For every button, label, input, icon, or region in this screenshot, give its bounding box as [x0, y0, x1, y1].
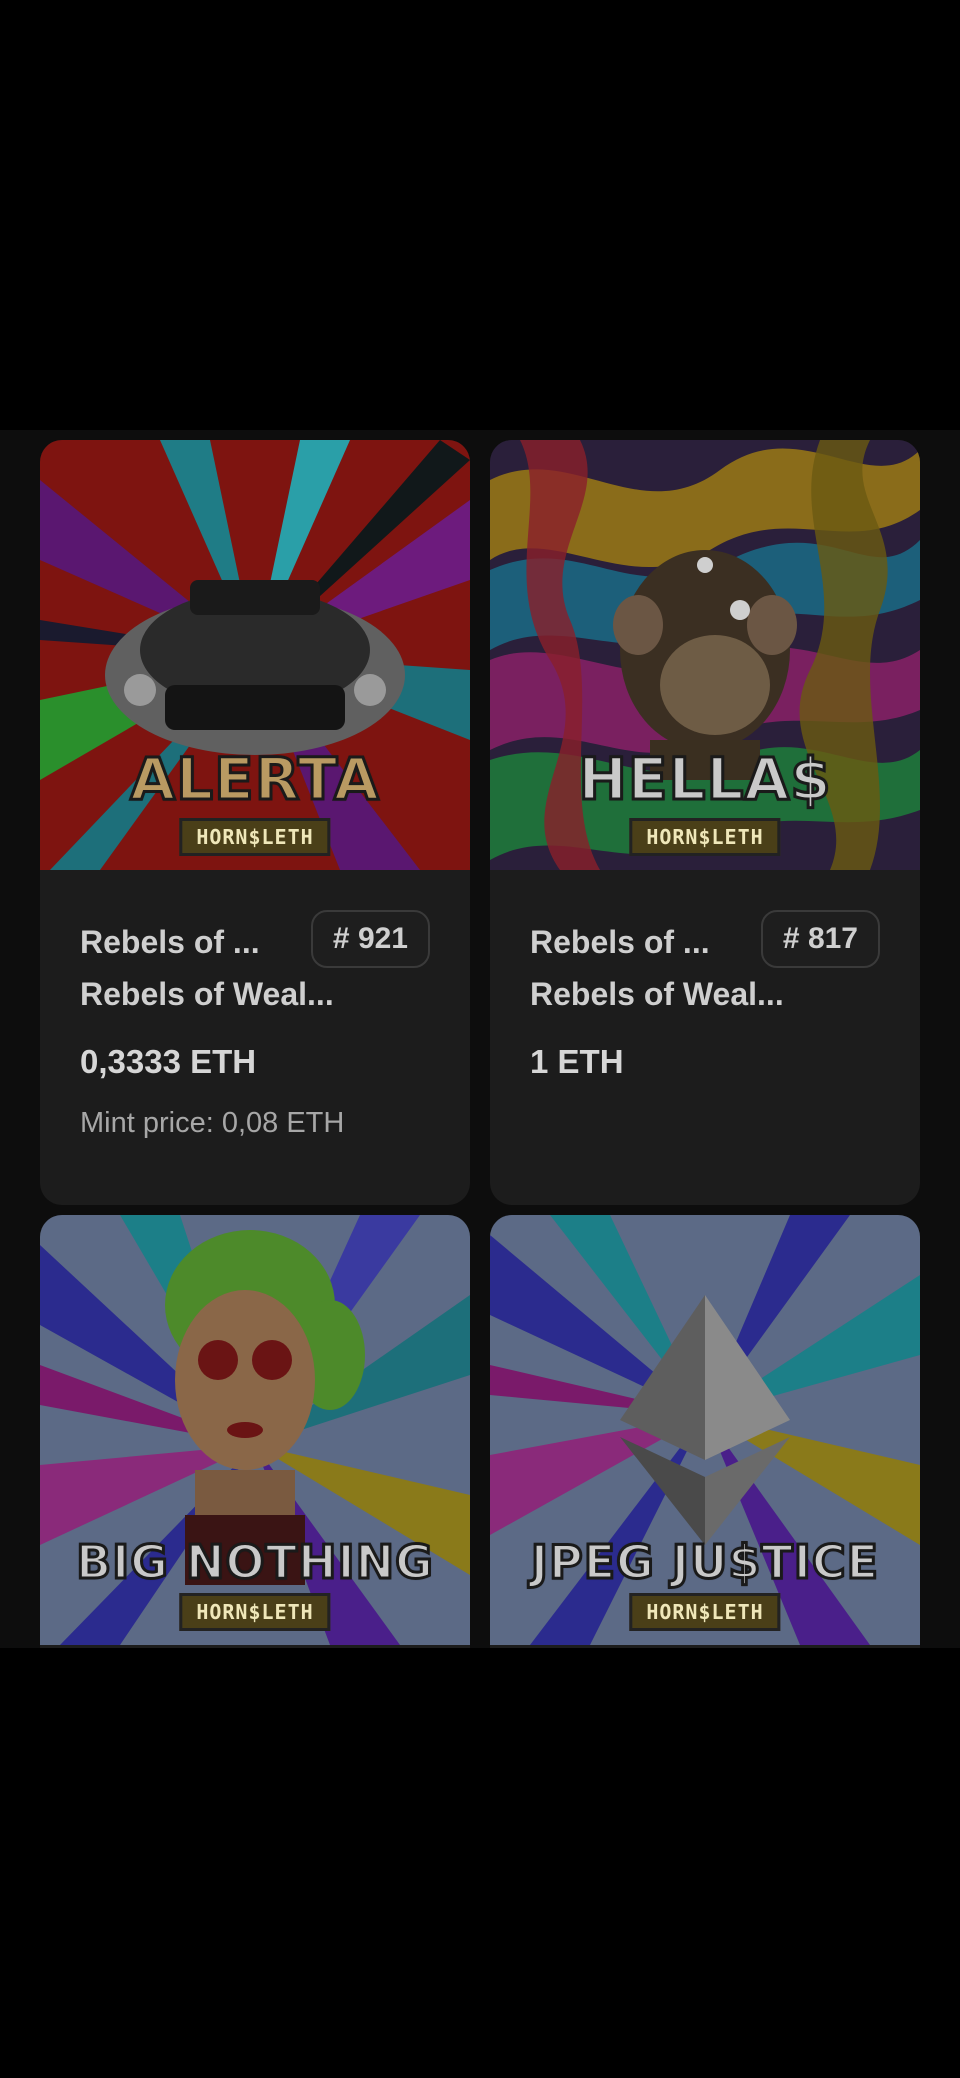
artist-tag: HORN$LETH [629, 818, 781, 856]
nft-artwork-title: ALERTA [129, 744, 380, 815]
nft-card-info: Rebels of ... # 921 Rebels of Weal... 0,… [40, 910, 470, 1140]
token-id-badge: # 817 [760, 910, 880, 968]
nft-artwork-title: JPEG JU$TICE [529, 1534, 880, 1591]
nft-price: 1 ETH [530, 1043, 624, 1080]
mint-price: Mint price: 0,08 ETH [80, 1107, 345, 1139]
nft-name: Rebels of ... [80, 924, 260, 960]
nft-artwork-title: HELLA$ [577, 744, 832, 815]
nft-artwork-image: JPEG JU$TICE HORN$LETH [490, 1215, 920, 1645]
nft-artwork-image: ALERTA HORN$LETH [40, 440, 470, 870]
top-empty-area [0, 0, 960, 430]
nft-grid: ALERTA HORN$LETH Rebels of ... # 921 Reb… [0, 430, 960, 1648]
nft-card[interactable]: ALERTA HORN$LETH Rebels of ... # 921 Reb… [40, 440, 470, 1205]
artist-tag: HORN$LETH [629, 1593, 781, 1631]
nft-artwork-image: HELLA$ HORN$LETH [490, 440, 920, 870]
nft-card[interactable]: HELLA$ HORN$LETH Rebels of ... # 817 Reb… [490, 440, 920, 1205]
bottom-empty-area [0, 1648, 960, 2078]
collection-name: Rebels of Weal... [80, 976, 334, 1012]
nft-card[interactable]: JPEG JU$TICE HORN$LETH [490, 1215, 920, 1648]
nft-card[interactable]: BIG NOTHING HORN$LETH [40, 1215, 470, 1648]
nft-artwork-title: BIG NOTHING [75, 1534, 435, 1591]
token-id-badge: # 921 [310, 910, 430, 968]
artist-tag: HORN$LETH [179, 818, 331, 856]
collection-name: Rebels of Weal... [530, 976, 784, 1012]
nft-price: 0,3333 ETH [80, 1043, 257, 1080]
nft-artwork-image: BIG NOTHING HORN$LETH [40, 1215, 470, 1645]
artist-tag: HORN$LETH [179, 1593, 331, 1631]
nft-card-info: Rebels of ... # 817 Rebels of Weal... 1 … [490, 910, 920, 1081]
nft-name: Rebels of ... [530, 924, 710, 960]
